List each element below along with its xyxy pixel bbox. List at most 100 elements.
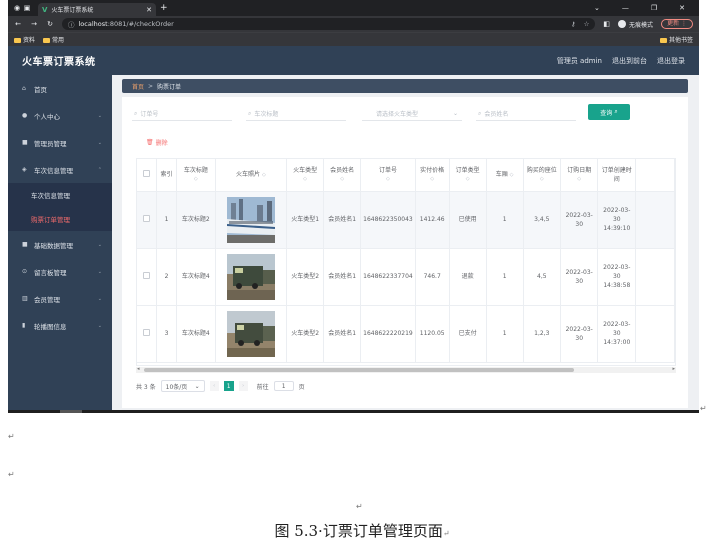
table-header[interactable]: 订购日期 ◇ — [560, 159, 599, 192]
next-page-icon[interactable]: › — [238, 381, 248, 391]
browser-tab-bar: ◉ ▣ V 火车票订票系统 ✕ + ⌄ — ❐ ✕ — [8, 0, 699, 16]
sort-icon[interactable]: ◇ — [452, 175, 484, 184]
sort-icon[interactable]: ◇ — [563, 175, 595, 184]
sort-icon[interactable]: ◇ — [326, 175, 358, 184]
select-all-checkbox[interactable] — [143, 169, 151, 177]
sort-icon[interactable]: ◇ — [262, 172, 266, 178]
sort-icon[interactable]: ◇ — [418, 175, 447, 184]
scroll-left-icon[interactable]: ◂ — [137, 366, 140, 372]
train-photo-1[interactable] — [226, 196, 275, 243]
cell-index: 1 — [156, 191, 177, 249]
prev-page-icon[interactable]: ‹ — [209, 381, 219, 391]
table-header[interactable]: 订单号 ◇ — [360, 159, 416, 192]
cell-price: 1412.46 — [415, 191, 450, 249]
page-size-select[interactable]: 10条/页 ⌄ — [160, 380, 205, 392]
sidebar-item-carousel[interactable]: ▮ 轮播图信息 ⌄ — [8, 312, 112, 339]
sort-icon[interactable]: ◇ — [526, 175, 558, 184]
home-icon: ⌂ — [22, 85, 26, 92]
table-row[interactable]: 1 车次标题2 火车类型1 会员姓名1 1648622350043 1412.4… — [137, 191, 675, 249]
table-header[interactable]: 车厢 ◇ — [486, 159, 524, 192]
sidebar-item-train[interactable]: ◈ 车次信息管理 ⌃ — [8, 156, 112, 183]
query-button[interactable]: 查询 ⌕ — [588, 104, 630, 120]
key-icon[interactable]: ⚷ — [571, 20, 576, 28]
tab-strip-icon[interactable]: ▣ — [22, 4, 32, 12]
table-row[interactable]: 2 车次标题4 火车类型2 会员姓名1 1648622337704 746.7 … — [137, 248, 675, 306]
logout-link[interactable]: 退出登录 — [657, 56, 685, 66]
sort-icon[interactable]: ◇ — [363, 175, 413, 184]
breadcrumb-home[interactable]: 首页 — [132, 82, 144, 91]
sidebar-item-members[interactable]: ▥ 会员管理 ⌄ — [8, 285, 112, 312]
order-no-input[interactable]: ⌕ 订单号 — [132, 107, 232, 121]
goto-page-input[interactable]: 1 — [273, 381, 294, 391]
table-row[interactable]: 3 车次标题4 火车类型2 会员姓名1 1648622220219 1120.0… — [137, 305, 675, 363]
cell-car: 1 — [486, 248, 524, 306]
table-header[interactable]: 订单创建时间 — [597, 159, 637, 192]
bookmark-item[interactable]: 资料 — [14, 35, 35, 44]
table-header[interactable]: 火车类型 ◇ — [286, 159, 325, 192]
new-tab-icon[interactable]: + — [160, 3, 168, 13]
table-header[interactable]: 火车照片 ◇ — [215, 159, 288, 192]
url-field[interactable]: ⓘ localhost:8081/#/checkOrder ⚷ ☆ — [62, 18, 596, 30]
table-header: 索引 — [156, 159, 177, 192]
train-title-input[interactable]: ⌕ 车次标题 — [246, 107, 346, 121]
row-checkbox[interactable] — [143, 328, 151, 336]
horizontal-scrollbar[interactable]: ◂ ▸ — [136, 366, 676, 373]
sort-icon[interactable]: ◇ — [510, 172, 514, 178]
sidebar-item-messages[interactable]: ⊙ 留言板管理 ⌄ — [8, 258, 112, 285]
incognito-indicator[interactable]: 无痕模式 — [618, 20, 653, 29]
total-count: 共 3 条 — [136, 383, 156, 391]
restore-icon[interactable]: ❐ — [651, 4, 657, 12]
sidebar-item-basedata[interactable]: ■ 基础数据管理 ⌄ — [8, 231, 112, 258]
back-icon[interactable]: ← — [14, 20, 22, 28]
row-checkbox[interactable] — [143, 214, 151, 222]
star-icon[interactable]: ☆ — [584, 20, 590, 28]
table-header[interactable]: 订单类型 ◇ — [449, 159, 487, 192]
manage-icon: ■ — [22, 139, 28, 146]
row-checkbox[interactable] — [143, 271, 151, 279]
back-to-front-link[interactable]: 退出到前台 — [612, 56, 647, 66]
sidebar: ⌂ 首页 ● 个人中心 ⌄ ■ 管理员管理 ⌄ ◈ 车次信息管理 ⌃ 车次信息管理 购票订单管… — [8, 75, 112, 412]
reload-icon[interactable]: ↻ — [46, 20, 54, 28]
browser-menu-icon[interactable]: ◉ — [12, 4, 22, 12]
page-number[interactable]: 1 — [223, 381, 234, 391]
browser-tab[interactable]: V 火车票订票系统 ✕ — [38, 3, 156, 16]
sidepanel-icon[interactable]: ◧ — [603, 20, 610, 28]
bookmark-item[interactable]: 常用 — [43, 35, 64, 44]
sidebar-subitem-orders[interactable]: 购票订单管理 — [8, 207, 112, 231]
update-button[interactable]: 更新 ⋮ — [661, 19, 693, 29]
sidebar-item-admin[interactable]: ■ 管理员管理 ⌄ — [8, 129, 112, 156]
scroll-right-icon[interactable]: ▸ — [672, 366, 675, 372]
sidebar-subitem-train-info[interactable]: 车次信息管理 — [8, 183, 112, 207]
member-name-input[interactable]: ⌕ 会员姓名 — [476, 107, 576, 121]
sort-icon[interactable]: ◇ — [179, 175, 213, 184]
breadcrumb-current: 购票订单 — [157, 83, 182, 91]
train-photo-3[interactable] — [226, 310, 275, 357]
sidebar-item-profile[interactable]: ● 个人中心 ⌄ — [8, 102, 112, 129]
search-icon: ⌕ — [614, 108, 618, 115]
delete-label: 删除 — [155, 140, 168, 147]
minimize-icon[interactable]: — — [622, 4, 629, 12]
scrollbar-thumb[interactable] — [144, 368, 574, 372]
table-header[interactable]: 购买的座位 ◇ — [523, 159, 561, 192]
sort-icon[interactable]: ◇ — [289, 175, 321, 184]
chevron-down-icon: ⌄ — [97, 139, 102, 146]
tab-title: 火车票订票系统 — [51, 7, 94, 14]
close-tab-icon[interactable]: ✕ — [146, 6, 152, 14]
sidebar-item-home[interactable]: ⌂ 首页 — [8, 75, 112, 102]
close-window-icon[interactable]: ✕ — [679, 4, 685, 12]
cell-date: 2022-03-30 — [560, 305, 599, 363]
train-photo-2[interactable] — [226, 253, 275, 300]
train-type-select[interactable]: 请选择火车类型 ⌄ — [362, 107, 462, 121]
table-header[interactable]: 实付价格 ◇ — [415, 159, 450, 192]
table-header[interactable]: 会员姓名 ◇ — [323, 159, 362, 192]
chevron-down-icon[interactable]: ⌄ — [594, 4, 600, 12]
delete-button[interactable]: 🗑︎ 删除 — [146, 138, 168, 147]
forward-icon[interactable]: → — [30, 20, 38, 28]
taskbar-strip — [8, 410, 699, 413]
cell-photo — [215, 191, 288, 249]
sidebar-item-label: 轮播图信息 — [34, 322, 67, 331]
app-header: 火车票订票系统 管理员 admin 退出到前台 退出登录 — [8, 46, 699, 75]
other-bookmarks[interactable]: 其他书签 — [659, 35, 693, 44]
cell-type: 火车类型2 — [286, 305, 325, 363]
table-header[interactable]: 车次标题 ◇ — [176, 159, 216, 192]
